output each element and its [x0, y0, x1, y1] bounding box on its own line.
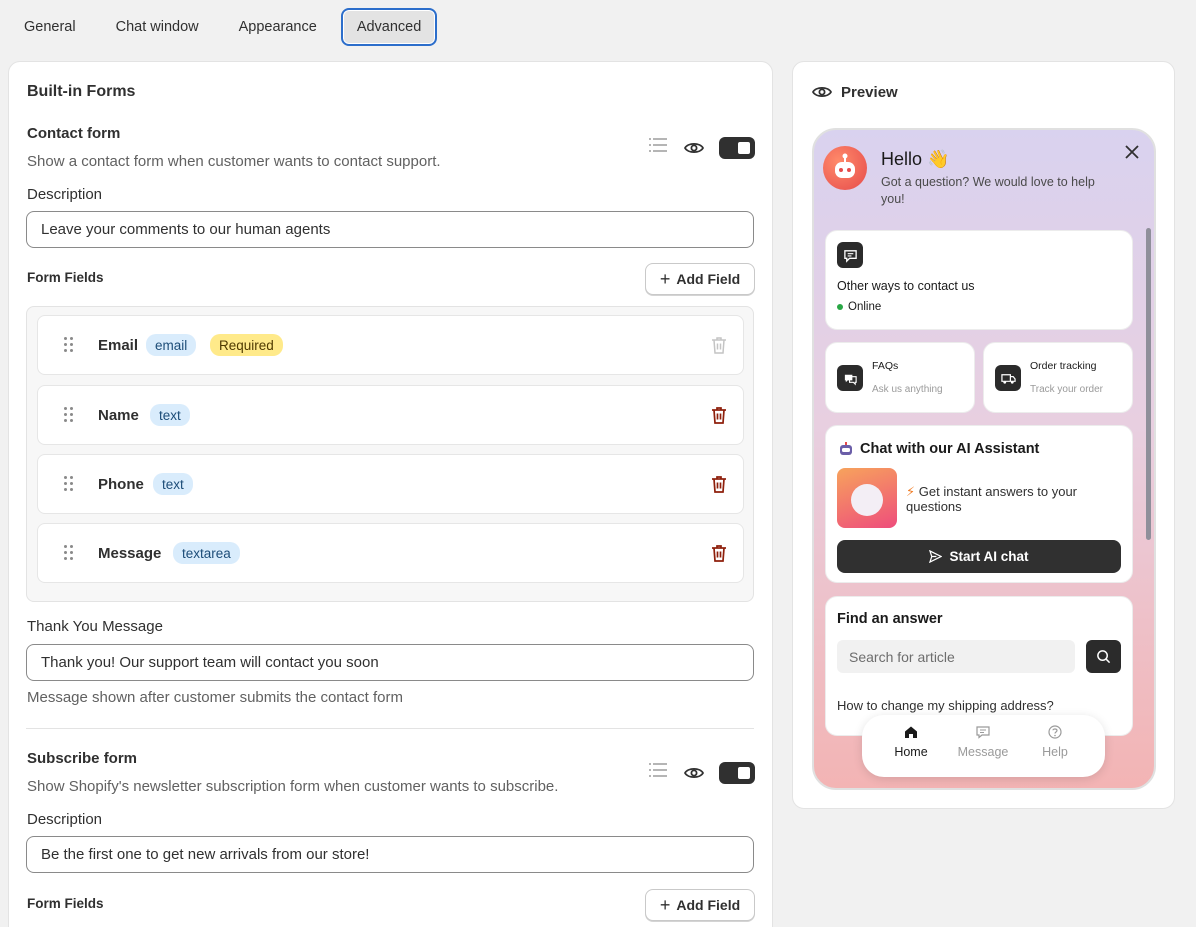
nav-message[interactable]: Message [953, 725, 1013, 759]
subscribe-form-description-text: Show Shopify's newsletter subscription f… [27, 778, 559, 795]
eye-icon [812, 86, 832, 98]
faq-icon [837, 365, 863, 391]
drag-handle-icon[interactable] [64, 407, 74, 423]
description-label: Description [27, 811, 103, 828]
tab-chat-window[interactable]: Chat window [100, 8, 215, 46]
contact-card-title: Other ways to contact us [837, 279, 975, 293]
start-ai-chat-button[interactable]: Start AI chat [837, 540, 1121, 573]
field-name: Email [98, 336, 139, 354]
add-field-label: Add Field [676, 271, 741, 287]
contact-form-title: Contact form [27, 125, 121, 142]
chat-bubble-icon [837, 242, 863, 268]
field-row-name: Name text [37, 385, 744, 445]
thank-you-label: Thank You Message [27, 618, 163, 635]
search-button[interactable] [1086, 640, 1121, 673]
preview-card: Preview Hello 👋 Got a question? We would… [792, 61, 1175, 809]
section-title: Built-in Forms [27, 83, 136, 100]
lightning-icon: ⚡ [906, 484, 916, 499]
find-answer-title: Find an answer [837, 611, 943, 627]
ai-assistant-card: Chat with our AI Assistant ⚡ Get instant… [825, 425, 1133, 583]
subscribe-description-input[interactable]: Be the first one to get new arrivals fro… [26, 836, 754, 873]
built-in-forms-card: Built-in Forms Contact form Show a conta… [8, 61, 773, 927]
add-field-button[interactable]: + Add Field [645, 263, 755, 295]
robot-icon [840, 442, 852, 455]
online-dot-icon [837, 303, 843, 310]
required-badge: Required [210, 334, 283, 356]
list-icon[interactable] [649, 763, 667, 777]
ai-assistant-image [837, 468, 897, 528]
preview-title: Preview [841, 84, 898, 101]
divider [26, 728, 754, 729]
field-type-badge: text [153, 473, 193, 495]
eye-icon[interactable] [684, 141, 704, 155]
add-field-label: Add Field [676, 897, 741, 913]
trash-icon[interactable] [711, 475, 727, 493]
search-icon [1097, 650, 1111, 664]
subscribe-form-toggle[interactable] [719, 762, 755, 784]
form-fields-label: Form Fields [27, 270, 104, 285]
contact-description-input[interactable]: Leave your comments to our human agents [26, 211, 754, 248]
bot-avatar [823, 146, 867, 190]
settings-tabs: General Chat window Appearance Advanced [8, 8, 438, 46]
tab-advanced[interactable]: Advanced [340, 8, 438, 46]
field-name: Phone [98, 475, 144, 493]
tab-appearance[interactable]: Appearance [223, 8, 333, 46]
field-row-message: Message textarea [37, 523, 744, 583]
message-icon [976, 726, 990, 739]
help-icon [1048, 725, 1062, 739]
trash-icon[interactable] [711, 406, 727, 424]
add-field-button[interactable]: + Add Field [645, 889, 755, 921]
drag-handle-icon[interactable] [64, 337, 74, 353]
field-type-badge: email [146, 334, 197, 356]
thank-you-help-text: Message shown after customer submits the… [27, 689, 403, 706]
robot-icon [835, 153, 855, 178]
drag-handle-icon[interactable] [64, 545, 74, 561]
form-fields-list: Email email Required Name text Phone tex… [26, 306, 754, 602]
contact-form-toggle[interactable] [719, 137, 755, 159]
home-icon [905, 726, 917, 738]
plus-icon: + [659, 895, 671, 915]
online-status: Online [837, 301, 881, 313]
eye-icon[interactable] [684, 766, 704, 780]
field-row-phone: Phone text [37, 454, 744, 514]
faqs-card[interactable]: FAQs Ask us anything [825, 342, 975, 413]
thank-you-input[interactable]: Thank you! Our support team will contact… [26, 644, 754, 681]
greeting-title: Hello 👋 [881, 149, 950, 169]
trash-icon-disabled [712, 337, 726, 354]
faqs-subtitle: Ask us anything [872, 384, 943, 395]
ai-card-title: Chat with our AI Assistant [860, 441, 1040, 457]
form-fields-label: Form Fields [27, 896, 104, 911]
nav-home[interactable]: Home [881, 725, 941, 759]
subscribe-form-title: Subscribe form [27, 750, 138, 767]
list-icon[interactable] [649, 138, 667, 152]
article-link[interactable]: How to change my shipping address? [837, 698, 1054, 713]
field-type-badge: textarea [173, 542, 240, 564]
send-icon [929, 550, 943, 563]
field-type-badge: text [150, 404, 190, 426]
scrollbar[interactable] [1146, 220, 1151, 704]
trash-icon[interactable] [711, 544, 727, 562]
faqs-title: FAQs [872, 360, 899, 372]
description-label: Description [27, 186, 103, 203]
article-search-input[interactable]: Search for article [837, 640, 1075, 673]
widget-bottom-nav: Home Message Help [862, 715, 1105, 777]
drag-handle-icon[interactable] [64, 476, 74, 492]
chat-widget-preview: Hello 👋 Got a question? We would love to… [812, 128, 1156, 790]
contact-form-description-text: Show a contact form when customer wants … [27, 153, 441, 170]
greeting-tagline: Got a question? We would love to help yo… [881, 175, 1095, 206]
order-tracking-card[interactable]: Order tracking Track your order [983, 342, 1133, 413]
field-row-email: Email email Required [37, 315, 744, 375]
field-name: Message [98, 544, 162, 562]
order-tracking-subtitle: Track your order [1030, 384, 1103, 395]
other-ways-card[interactable]: Other ways to contact us Online [825, 230, 1133, 330]
truck-icon [995, 365, 1021, 391]
close-icon[interactable] [1124, 144, 1140, 160]
nav-help[interactable]: Help [1025, 725, 1085, 759]
field-name: Name [98, 406, 139, 424]
plus-icon: + [659, 269, 671, 289]
order-tracking-title: Order tracking [1030, 360, 1097, 372]
tab-general[interactable]: General [8, 8, 92, 46]
ai-card-text: ⚡ Get instant answers to your questions [906, 484, 1078, 514]
